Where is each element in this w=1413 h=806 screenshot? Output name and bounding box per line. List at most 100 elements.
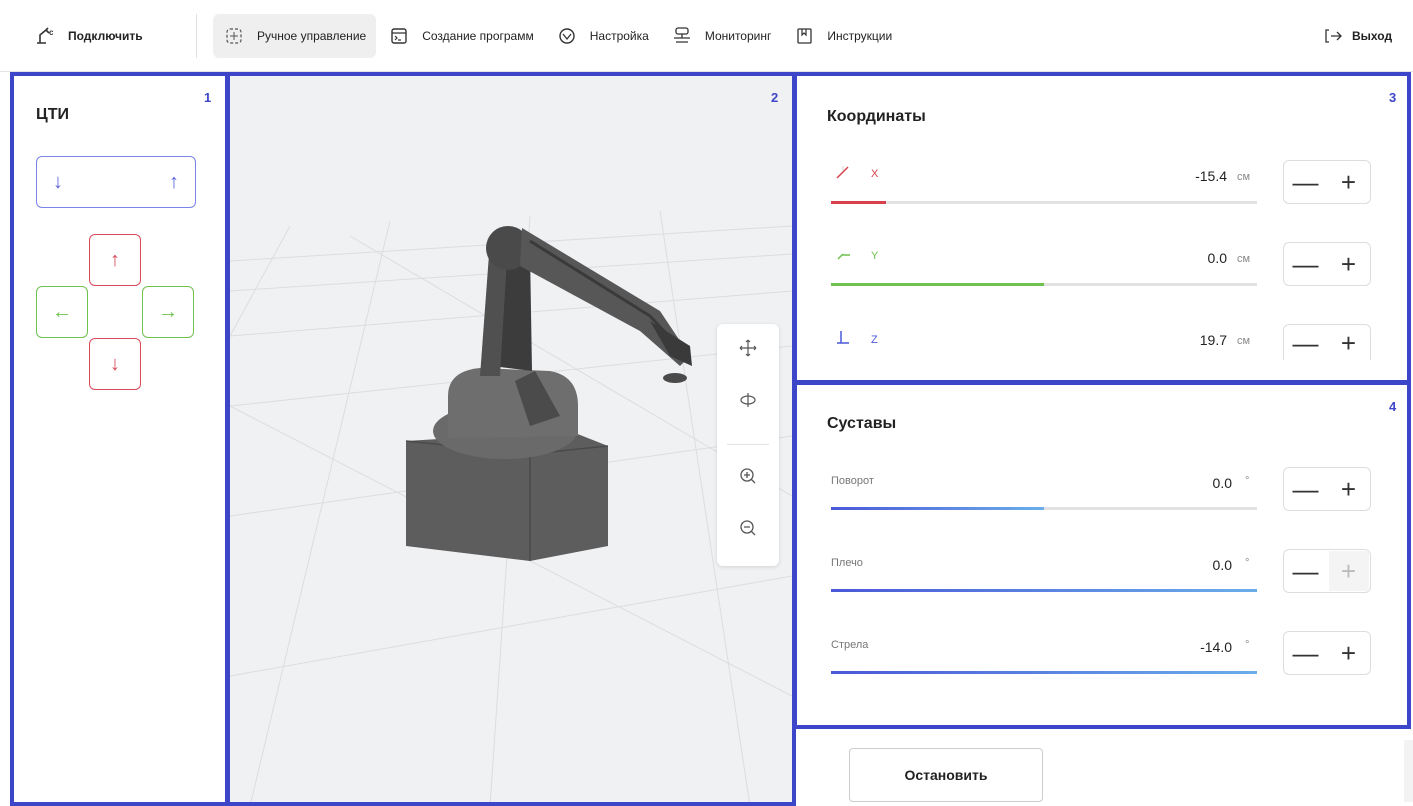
viewport-toolbar [717, 324, 779, 566]
nav-tabs: Ручное управление Создание программ Наст… [213, 13, 902, 58]
monitoring-icon [671, 25, 693, 47]
slider-fill [831, 283, 1044, 286]
joint-value: 0.0 [1212, 557, 1232, 573]
slider-fill [831, 671, 1257, 674]
manual-control-icon [223, 25, 245, 47]
zoom-out-button[interactable] [717, 510, 779, 550]
unit-label: см [1237, 335, 1251, 347]
increment-button[interactable]: + [1329, 325, 1369, 360]
slider-fill [831, 201, 887, 204]
panel-number: 4 [1389, 399, 1397, 414]
top-navigation-bar: c Подключить Ручное управление Создание … [0, 0, 1413, 72]
logout-label: Выход [1352, 28, 1393, 43]
axis-x-icon [835, 164, 851, 185]
increment-button[interactable]: + [1329, 469, 1369, 509]
settings-icon [556, 25, 578, 47]
tab-label: Создание программ [422, 28, 534, 43]
slider-fill [831, 589, 1257, 592]
unit-label: ° [1245, 475, 1250, 487]
unit-label: см [1237, 253, 1251, 265]
unit-label: ° [1245, 557, 1250, 569]
logout-button[interactable]: Выход [1318, 14, 1396, 58]
coordinate-stepper: — + [1283, 160, 1371, 204]
book-icon [793, 25, 815, 47]
dpad-left-button[interactable]: ← [36, 286, 88, 338]
decrement-button[interactable]: — [1286, 551, 1326, 591]
axis-label: Y [871, 250, 879, 262]
tab-label: Мониторинг [704, 28, 772, 43]
tab-settings[interactable]: Настройка [546, 14, 659, 58]
joint-label: Поворот [831, 475, 874, 487]
zoom-out-icon [738, 518, 758, 543]
arrow-down-icon[interactable]: ↓ [53, 171, 63, 194]
coordinate-stepper: — + [1283, 324, 1371, 360]
toolbar-divider [727, 444, 769, 445]
slider-fill [831, 507, 1044, 510]
tab-program-creation[interactable]: Создание программ [378, 14, 544, 58]
coordinate-slider-track[interactable] [831, 283, 1257, 286]
joint-stepper: — + [1283, 467, 1371, 511]
zoom-in-button[interactable] [717, 458, 779, 498]
panel-number: 3 [1389, 90, 1397, 105]
axis-label: Z [871, 334, 878, 346]
joint-slider-track[interactable] [831, 589, 1257, 592]
dpad-down-button[interactable]: ↓ [89, 338, 141, 390]
dpad-right-button[interactable]: → [142, 286, 194, 338]
increment-button[interactable]: + [1329, 244, 1369, 284]
tab-label: Инструкции [827, 28, 893, 43]
joint-slider-track[interactable] [831, 507, 1257, 510]
connect-button[interactable]: c Подключить [24, 14, 153, 58]
joint-value: 0.0 [1212, 475, 1232, 491]
arrow-up-icon: ↑ [110, 248, 120, 271]
rotate-icon [738, 390, 758, 415]
decrement-button[interactable]: — [1286, 469, 1326, 509]
logout-icon [1322, 25, 1344, 47]
axis-y-icon [835, 246, 851, 267]
joint-value: -14.0 [1200, 639, 1232, 655]
nav-divider [196, 14, 197, 58]
rotate-tool-button[interactable] [717, 382, 779, 422]
pan-tool-button[interactable] [717, 330, 779, 370]
arrow-up-icon[interactable]: ↑ [169, 171, 179, 194]
tab-manual-control[interactable]: Ручное управление [213, 13, 377, 58]
connect-label: Подключить [68, 28, 143, 43]
joint-label: Плечо [831, 557, 863, 569]
panel-number: 1 [204, 90, 212, 105]
3d-viewport-panel[interactable]: 2 [226, 72, 796, 806]
joints-panel: 4 Суставы Поворот 0.0 ° — + Плечо 0.0 ° … [793, 381, 1411, 729]
panel-title: Суставы [827, 415, 897, 432]
panel-title: Координаты [827, 108, 926, 125]
increment-button[interactable]: + [1329, 633, 1369, 673]
decrement-button[interactable]: — [1286, 244, 1326, 284]
decrement-button[interactable]: — [1286, 162, 1326, 202]
decrement-button[interactable]: — [1286, 633, 1326, 673]
arrow-down-icon: ↓ [110, 352, 120, 375]
terminal-icon [388, 25, 410, 47]
joint-slider-track[interactable] [831, 671, 1257, 674]
coordinates-panel: 3 Координаты X -15.4 см — + Y 0.0 см — + [793, 72, 1411, 384]
increment-button[interactable]: + [1329, 162, 1369, 202]
tool-center-panel: 1 ЦТИ ↓ ↑ ↑ ← → ↓ [10, 72, 229, 806]
tab-instructions[interactable]: Инструкции [783, 14, 902, 58]
stop-button[interactable]: Остановить [849, 748, 1043, 802]
robot-3d-scene[interactable] [230, 76, 792, 806]
coordinate-value: -15.4 [1195, 168, 1227, 184]
coordinate-slider-track[interactable] [831, 201, 1257, 204]
move-icon [738, 338, 758, 363]
coordinate-value: 0.0 [1207, 250, 1227, 266]
tab-monitoring[interactable]: Мониторинг [661, 14, 782, 58]
axis-label: X [871, 168, 879, 180]
dpad-up-button[interactable]: ↑ [89, 234, 141, 286]
coordinate-value: 19.7 [1199, 332, 1227, 348]
tab-label: Ручное управление [257, 28, 367, 43]
unit-label: см [1237, 171, 1251, 183]
z-updown-control: ↓ ↑ [36, 156, 196, 208]
coordinate-stepper: — + [1283, 242, 1371, 286]
increment-button[interactable]: + [1328, 551, 1369, 591]
joint-stepper: — + [1283, 549, 1371, 593]
decrement-button[interactable]: — [1286, 325, 1326, 360]
unit-label: ° [1245, 639, 1250, 651]
tab-label: Настройка [589, 28, 649, 43]
panel-title: ЦТИ [36, 106, 69, 123]
scrollbar[interactable] [1404, 740, 1413, 802]
